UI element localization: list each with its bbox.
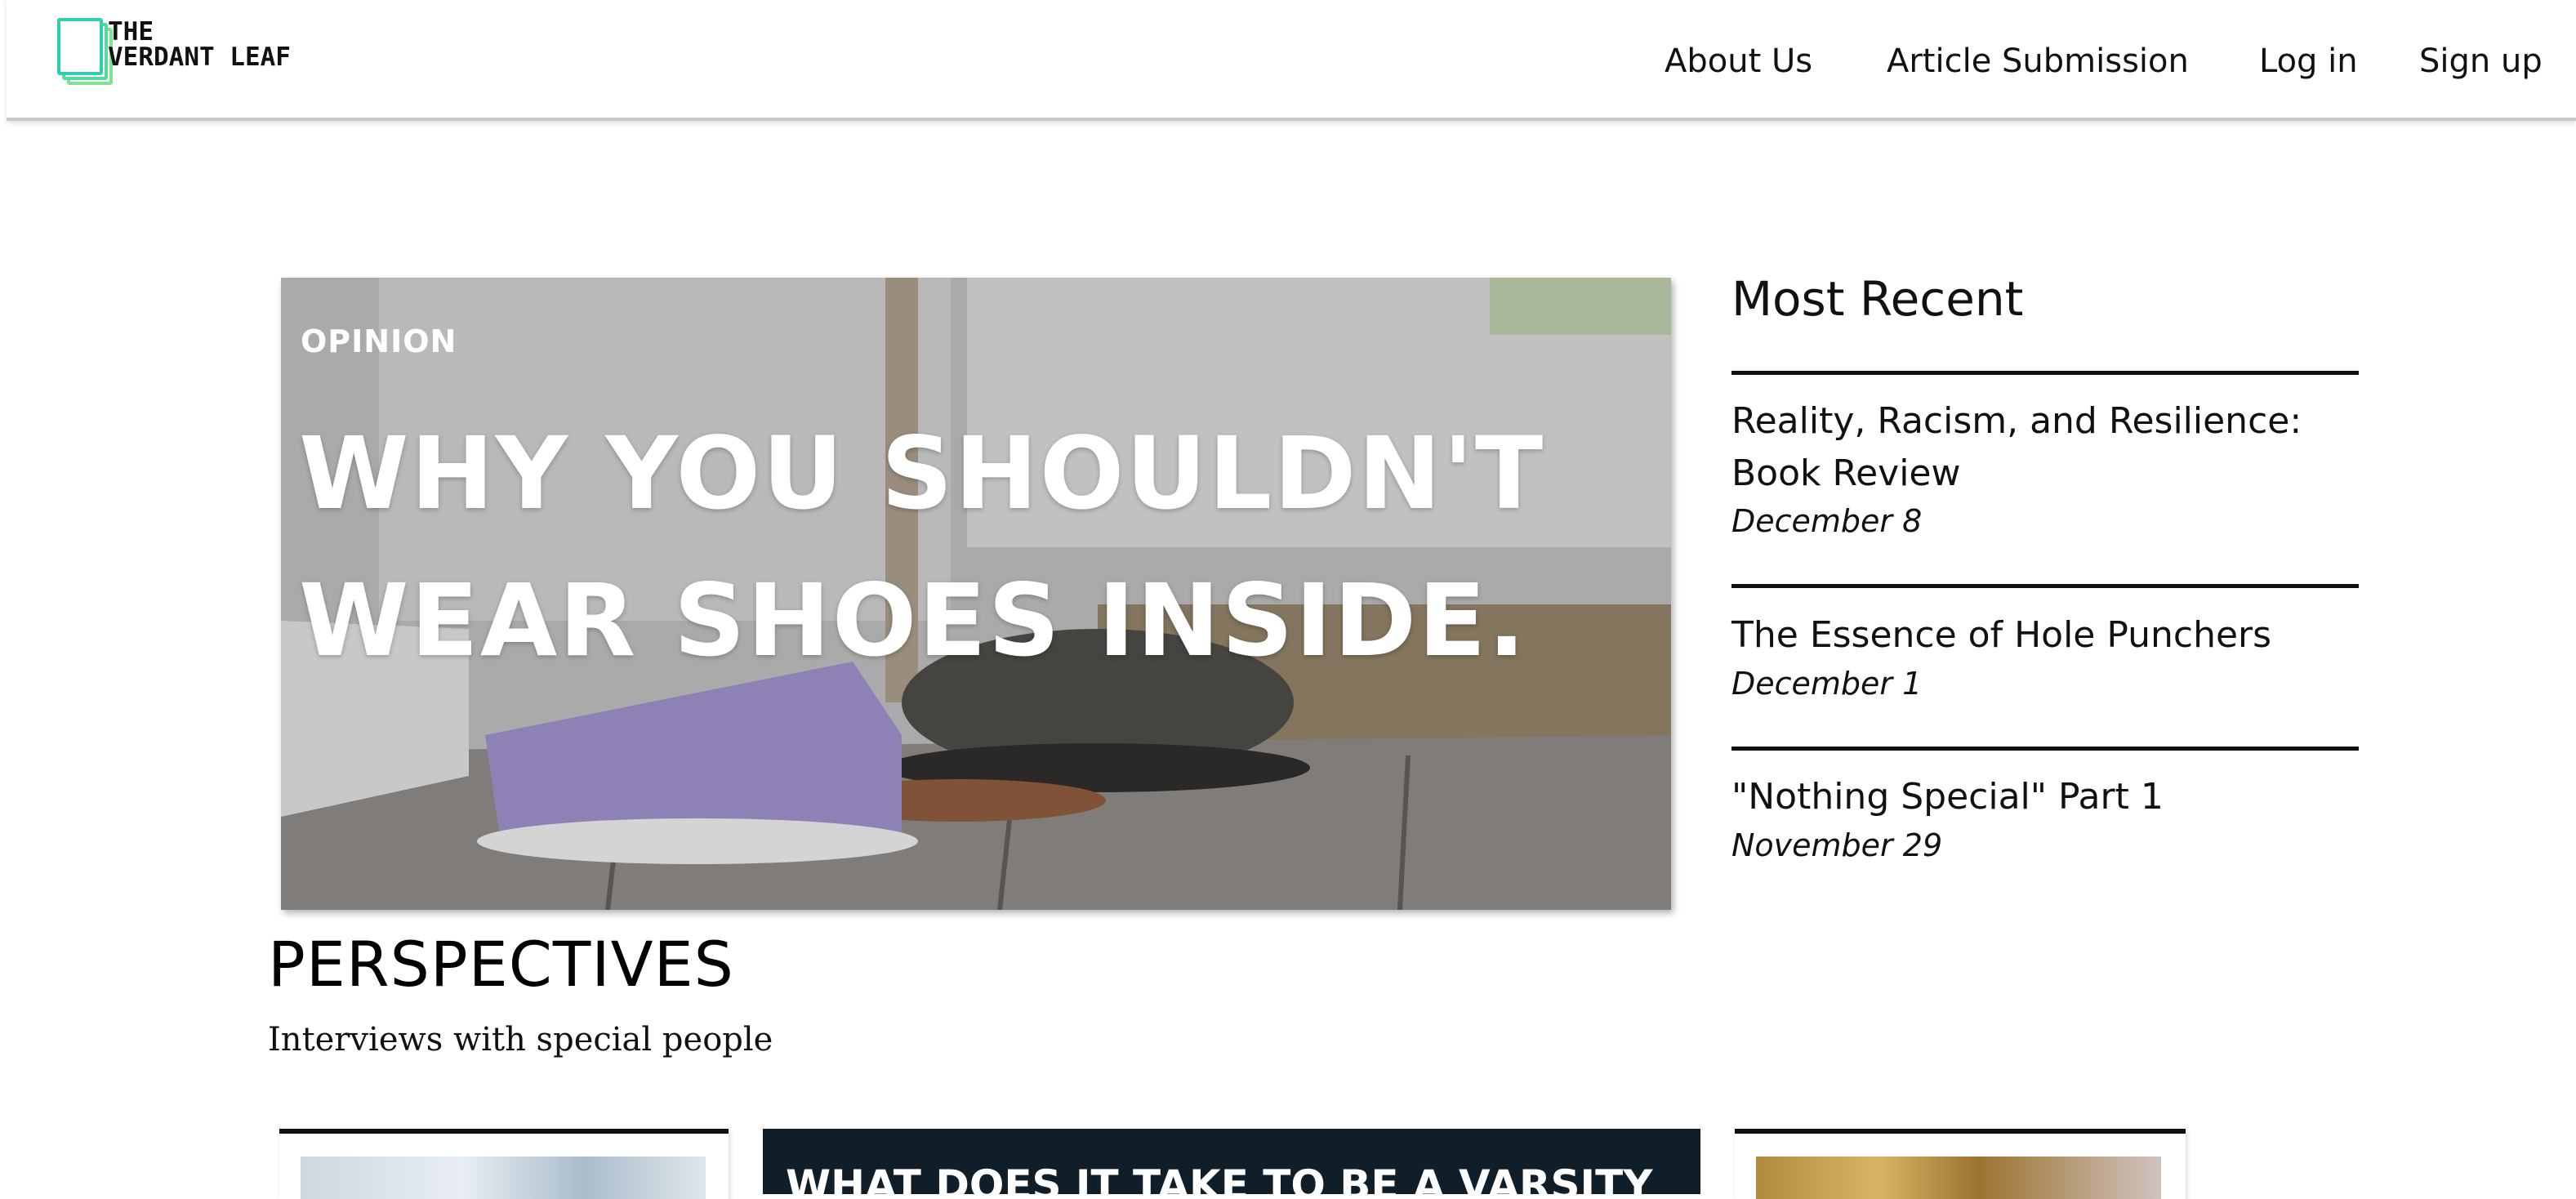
logo-pages-icon bbox=[57, 18, 113, 85]
nav-about-us[interactable]: About Us bbox=[1665, 42, 1812, 80]
most-recent-heading: Most Recent bbox=[1731, 271, 2024, 327]
perspectives-heading: PERSPECTIVES bbox=[268, 928, 734, 1001]
divider bbox=[1731, 584, 2359, 588]
recent-article-title[interactable]: "Nothing Special" Part 1 bbox=[1731, 771, 2359, 823]
nav-article-submission[interactable]: Article Submission bbox=[1887, 42, 2189, 80]
divider bbox=[1731, 371, 2359, 375]
recent-title-line-1: Reality, Racism, and Resilience: bbox=[1731, 400, 2302, 442]
article-card[interactable] bbox=[1735, 1129, 2186, 1199]
recent-article-date: December 8 bbox=[1731, 503, 1923, 539]
site-header: THE VERDANT LEAF About Us Article Submis… bbox=[7, 0, 2576, 121]
recent-article-title[interactable]: The Essence of Hole Punchers bbox=[1731, 609, 2359, 662]
nav-sign-up[interactable]: Sign up bbox=[2419, 42, 2543, 80]
recent-article-date: December 1 bbox=[1731, 666, 1923, 702]
article-card[interactable] bbox=[279, 1129, 729, 1199]
divider bbox=[1731, 747, 2359, 751]
logo-line-1: THE bbox=[108, 17, 154, 47]
logo-line-2: VERDANT LEAF bbox=[108, 42, 291, 72]
featured-title-line-2: WEAR SHOES INSIDE. bbox=[299, 563, 1527, 679]
featured-title-line-1: WHY YOU SHOULDN'T bbox=[299, 416, 1545, 532]
article-card-image bbox=[301, 1157, 706, 1199]
article-card[interactable]: WHAT DOES IT TAKE TO BE A VARSITY bbox=[763, 1129, 1700, 1194]
logo-text: THE VERDANT LEAF bbox=[108, 20, 291, 70]
article-card-image bbox=[1756, 1157, 2161, 1199]
recent-article-date: November 29 bbox=[1731, 827, 1943, 863]
featured-article-category[interactable]: OPINION bbox=[301, 323, 457, 359]
recent-article-title[interactable]: Reality, Racism, and Resilience: Book Re… bbox=[1731, 395, 2359, 500]
recent-title-line-2: Book Review bbox=[1731, 452, 1961, 494]
site-logo[interactable]: THE VERDANT LEAF bbox=[49, 15, 376, 85]
article-card-title: WHAT DOES IT TAKE TO BE A VARSITY bbox=[786, 1161, 1653, 1194]
perspectives-subtitle: Interviews with special people bbox=[268, 1021, 773, 1059]
featured-article-title[interactable]: WHY YOU SHOULDN'T WEAR SHOES INSIDE. bbox=[299, 400, 1655, 694]
featured-article[interactable]: OPINION WHY YOU SHOULDN'T WEAR SHOES INS… bbox=[281, 278, 1671, 910]
nav-log-in[interactable]: Log in bbox=[2259, 42, 2358, 80]
